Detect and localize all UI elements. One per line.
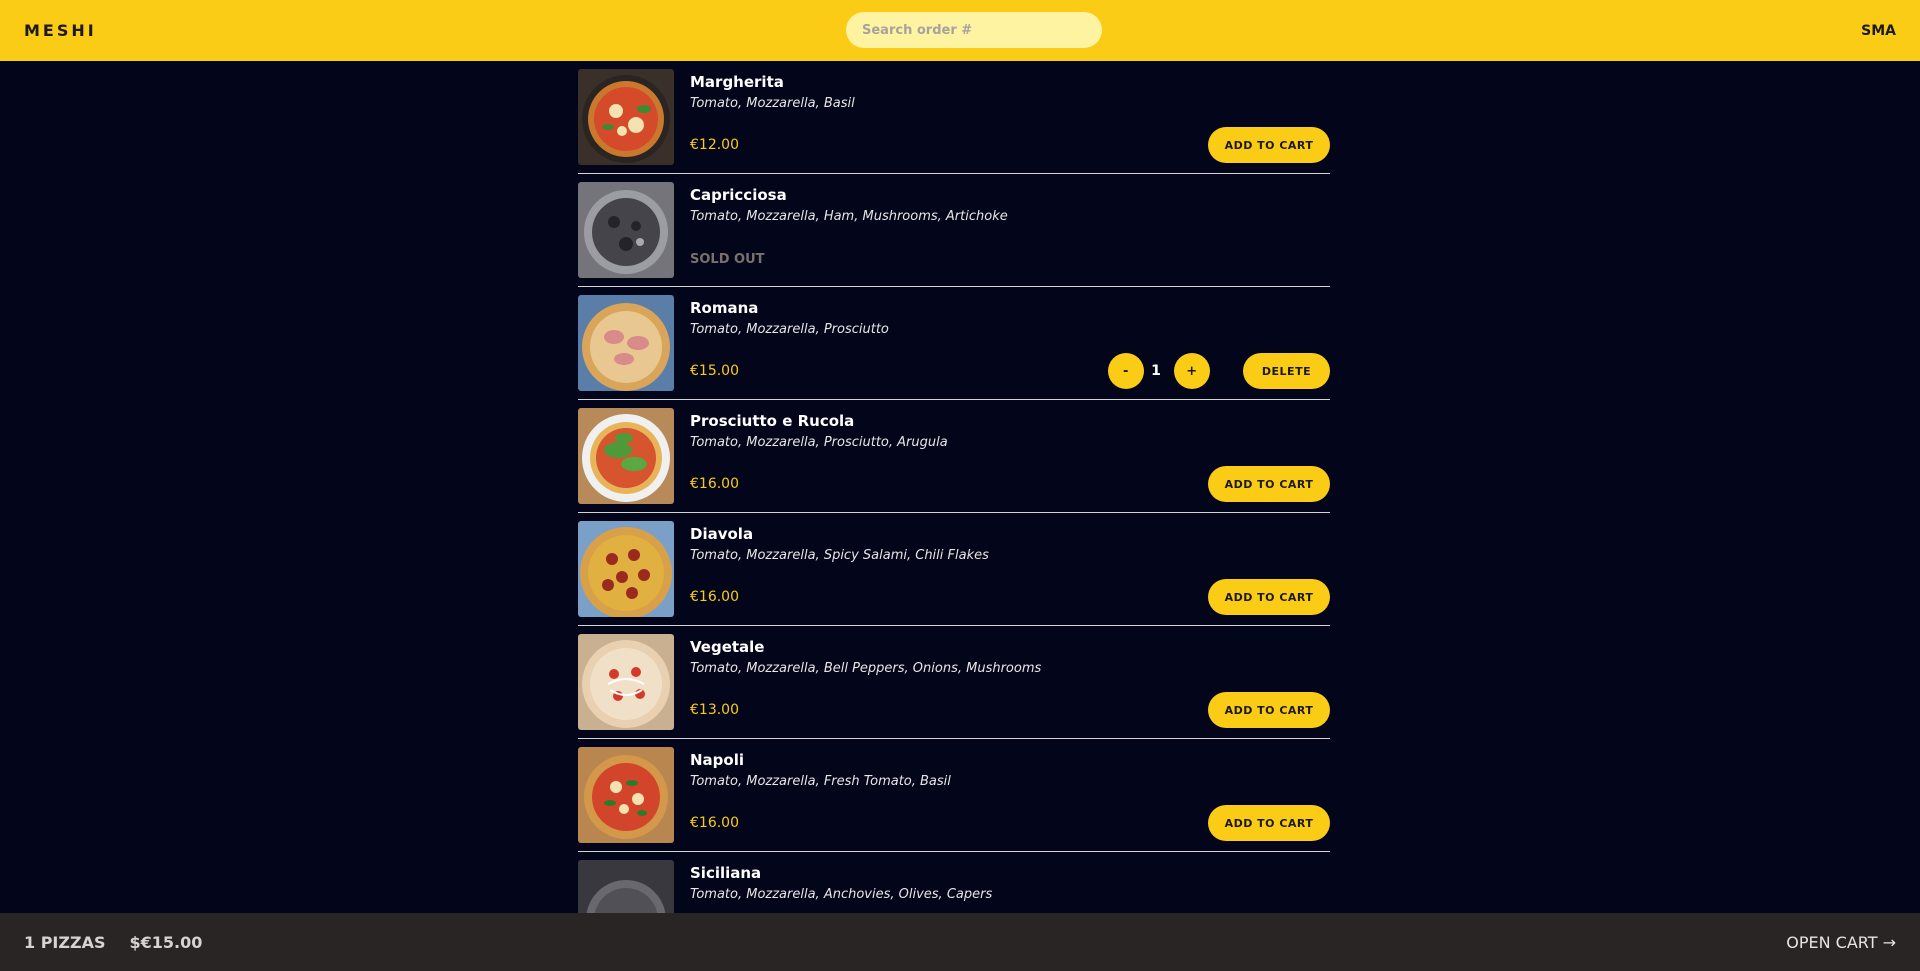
pizza-image: [578, 182, 674, 278]
pizza-image: [578, 295, 674, 391]
pizza-image: [578, 860, 674, 913]
item-info: Siciliana Tomato, Mozzarella, Anchovies,…: [690, 860, 1330, 913]
pizza-price: €16.00: [690, 589, 739, 605]
pizza-image: [578, 408, 674, 504]
pizza-name: Prosciutto e Rucola: [690, 412, 855, 430]
menu-item: Romana Tomato, Mozzarella, Prosciutto €1…: [578, 287, 1330, 400]
pizza-ingredients: Tomato, Mozzarella, Fresh Tomato, Basil: [690, 774, 951, 789]
add-to-cart-button[interactable]: ADD TO CART: [1208, 805, 1330, 841]
delete-button[interactable]: DELETE: [1243, 353, 1330, 389]
menu-item: Napoli Tomato, Mozzarella, Fresh Tomato,…: [578, 739, 1330, 852]
pizza-price: €16.00: [690, 476, 739, 492]
menu-item: Siciliana Tomato, Mozzarella, Anchovies,…: [578, 852, 1330, 913]
cart-total-price: $€15.00: [129, 932, 203, 952]
search-order-input[interactable]: [846, 12, 1102, 48]
add-to-cart-button[interactable]: ADD TO CART: [1208, 579, 1330, 615]
pizza-price: €13.00: [690, 702, 739, 718]
pizza-name: Romana: [690, 299, 759, 317]
sold-out-label: SOLD OUT: [690, 252, 765, 267]
logo[interactable]: MESHI: [24, 21, 97, 40]
cart-overview: 1 PIZZAS $€15.00 OPEN CART →: [0, 913, 1920, 971]
increase-quantity-button[interactable]: +: [1174, 353, 1210, 389]
pizza-price: €16.00: [690, 815, 739, 831]
pizza-image: [578, 747, 674, 843]
pizza-ingredients: Tomato, Mozzarella, Anchovies, Olives, C…: [690, 887, 993, 902]
menu-item: Vegetale Tomato, Mozzarella, Bell Pepper…: [578, 626, 1330, 739]
pizza-name: Capricciosa: [690, 186, 787, 204]
menu-item: Prosciutto e Rucola Tomato, Mozzarella, …: [578, 400, 1330, 513]
item-info: Diavola Tomato, Mozzarella, Spicy Salami…: [690, 521, 1330, 625]
pizza-image: [578, 521, 674, 617]
pizza-image: [578, 634, 674, 730]
pizza-price: €15.00: [690, 363, 739, 379]
item-info: Margherita Tomato, Mozzarella, Basil €12…: [690, 69, 1330, 173]
add-to-cart-button[interactable]: ADD TO CART: [1208, 692, 1330, 728]
pizza-price: €12.00: [690, 137, 739, 153]
menu-list: Margherita Tomato, Mozzarella, Basil €12…: [578, 61, 1330, 913]
cart-pizza-count: 1 PIZZAS: [24, 932, 106, 952]
item-info: Napoli Tomato, Mozzarella, Fresh Tomato,…: [690, 747, 1330, 851]
item-info: Prosciutto e Rucola Tomato, Mozzarella, …: [690, 408, 1330, 512]
pizza-ingredients: Tomato, Mozzarella, Bell Peppers, Onions…: [690, 661, 1042, 676]
add-to-cart-button[interactable]: ADD TO CART: [1208, 127, 1330, 163]
username: SMA: [1861, 22, 1896, 39]
decrease-quantity-button[interactable]: -: [1108, 353, 1144, 389]
pizza-name: Napoli: [690, 751, 745, 769]
open-cart-link[interactable]: OPEN CART →: [1786, 933, 1896, 952]
item-info: Capricciosa Tomato, Mozzarella, Ham, Mus…: [690, 182, 1330, 286]
item-info: Vegetale Tomato, Mozzarella, Bell Pepper…: [690, 634, 1330, 738]
menu-item: Margherita Tomato, Mozzarella, Basil €12…: [578, 61, 1330, 174]
pizza-name: Diavola: [690, 525, 754, 543]
menu-item: Diavola Tomato, Mozzarella, Spicy Salami…: [578, 513, 1330, 626]
pizza-ingredients: Tomato, Mozzarella, Prosciutto, Arugula: [690, 435, 948, 450]
top-bar: MESHI SMA: [0, 0, 1920, 61]
add-to-cart-button[interactable]: ADD TO CART: [1208, 466, 1330, 502]
pizza-name: Margherita: [690, 73, 784, 91]
pizza-name: Siciliana: [690, 864, 762, 882]
menu-item: Capricciosa Tomato, Mozzarella, Ham, Mus…: [578, 174, 1330, 287]
pizza-ingredients: Tomato, Mozzarella, Prosciutto: [690, 322, 889, 337]
pizza-ingredients: Tomato, Mozzarella, Spicy Salami, Chili …: [690, 548, 989, 563]
quantity-value: 1: [1151, 363, 1161, 379]
pizza-ingredients: Tomato, Mozzarella, Basil: [690, 96, 855, 111]
pizza-image: [578, 69, 674, 165]
pizza-ingredients: Tomato, Mozzarella, Ham, Mushrooms, Arti…: [690, 209, 1008, 224]
pizza-name: Vegetale: [690, 638, 765, 656]
item-info: Romana Tomato, Mozzarella, Prosciutto €1…: [690, 295, 1330, 399]
